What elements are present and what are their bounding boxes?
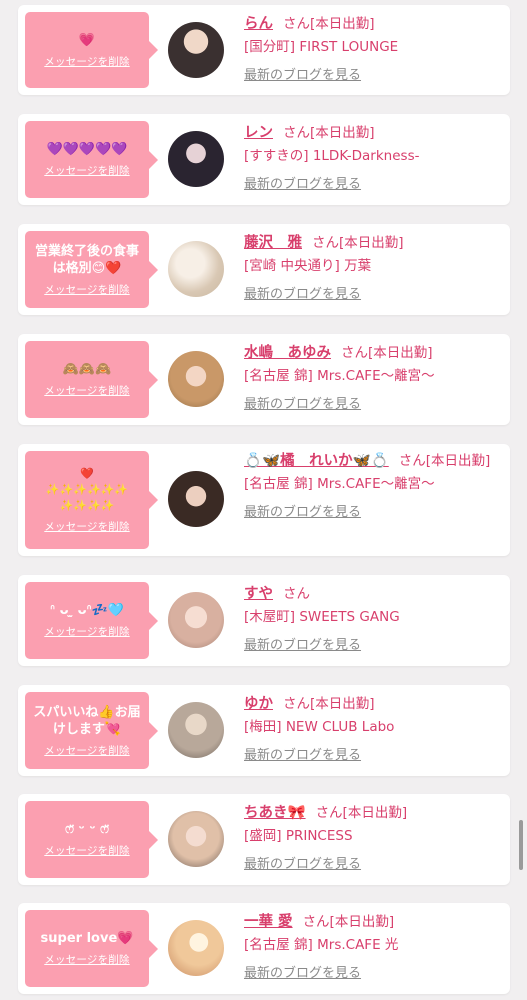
- shop-name: [名古屋 錦] Mrs.CAFE〜離宮〜: [244, 476, 435, 492]
- avatar[interactable]: [168, 131, 224, 187]
- list-item: super love💗 メッセージを削除 一華 愛さん[本日出勤] [名古屋 錦…: [18, 903, 510, 994]
- delete-message-link[interactable]: メッセージを削除: [44, 843, 129, 858]
- shop-name: [梅田] NEW CLUB Labo: [244, 719, 395, 735]
- avatar[interactable]: [168, 920, 224, 976]
- message-bubble: 🙈🙈🙈 メッセージを削除: [25, 341, 158, 418]
- list-item: ෆ̈ ᵕ ᵕ ෆ̈ メッセージを削除 ちあき🎀 さん[本日出勤] [盛岡] PRI…: [18, 794, 510, 885]
- list-item: 営業終了後の食事は格別😊❤️ メッセージを削除 藤沢 雅さん[本日出勤] [宮崎…: [18, 224, 510, 315]
- cast-status: さん[本日出勤]: [315, 805, 408, 821]
- delete-message-link[interactable]: メッセージを削除: [44, 624, 129, 639]
- cast-status: さん[本日出勤]: [312, 235, 404, 251]
- message-bubble: super love💗 メッセージを削除: [25, 910, 158, 987]
- cast-name-link[interactable]: 藤沢 雅: [244, 235, 302, 251]
- avatar[interactable]: [168, 811, 224, 867]
- scrollbar[interactable]: [519, 820, 523, 870]
- latest-blog-link[interactable]: 最新のブログを見る: [244, 855, 494, 875]
- message-bubble: スパいいね👍お届けします💘 メッセージを削除: [25, 692, 158, 769]
- avatar[interactable]: [168, 22, 224, 78]
- shop-name: [宮崎 中央通り] 万葉: [244, 258, 372, 274]
- message-bubble: 営業終了後の食事は格別😊❤️ メッセージを削除: [25, 231, 158, 308]
- list-item: 💜💜💜💜💜 メッセージを削除 レン さん[本日出勤] [すすきの] 1LDK-Da…: [18, 114, 510, 205]
- avatar[interactable]: [168, 702, 224, 758]
- cast-name-link[interactable]: 一華 愛: [244, 914, 293, 930]
- message-bubble: 💗 メッセージを削除: [25, 12, 158, 88]
- avatar[interactable]: [168, 241, 224, 297]
- latest-blog-link[interactable]: 最新のブログを見る: [244, 636, 494, 656]
- shop-name: [すすきの] 1LDK-Darkness-: [244, 148, 420, 164]
- cast-status: さん: [283, 586, 310, 602]
- cast-name-link[interactable]: レン: [244, 125, 273, 141]
- shop-name: [名古屋 錦] Mrs.CAFE〜離宮〜: [244, 368, 435, 384]
- cast-status: さん[本日出勤]: [302, 914, 395, 930]
- avatar[interactable]: [168, 351, 224, 407]
- avatar[interactable]: [168, 471, 224, 527]
- latest-blog-link[interactable]: 最新のブログを見る: [244, 503, 494, 523]
- delete-message-link[interactable]: メッセージを削除: [44, 163, 129, 178]
- shop-name: [盛岡] PRINCESS: [244, 828, 353, 844]
- message-bubble: ❤️ ✨✨✨✨✨✨ ✨✨✨✨ メッセージを削除: [25, 451, 158, 549]
- list-item: ᐢ ᴗ ̫ ᴗᐢ💤🩵 メッセージを削除 すや さん [木屋町] SWEETS GA…: [18, 575, 510, 666]
- delete-message-link[interactable]: メッセージを削除: [44, 519, 129, 534]
- cast-status: さん[本日出勤]: [398, 453, 491, 469]
- message-bubble: ᐢ ᴗ ̫ ᴗᐢ💤🩵 メッセージを削除: [25, 582, 158, 659]
- message-text: 💗: [78, 32, 96, 48]
- message-bubble: ෆ̈ ᵕ ᵕ ෆ̈ メッセージを削除: [25, 801, 158, 878]
- cast-status: さん[本日出勤]: [283, 125, 375, 141]
- message-text: ᐢ ᴗ ̫ ᴗᐢ💤🩵: [49, 603, 125, 618]
- message-text: 💜💜💜💜💜: [46, 142, 128, 157]
- latest-blog-link[interactable]: 最新のブログを見る: [244, 395, 494, 415]
- delete-message-link[interactable]: メッセージを削除: [44, 743, 129, 758]
- delete-message-link[interactable]: メッセージを削除: [44, 383, 129, 398]
- latest-blog-link[interactable]: 最新のブログを見る: [244, 66, 494, 86]
- message-bubble: 💜💜💜💜💜 メッセージを削除: [25, 121, 158, 198]
- message-text: 営業終了後の食事は格別😊❤️: [34, 243, 139, 276]
- message-list: 💗 メッセージを削除 らん さん[本日出勤] [国分町] FIRST LOUNGE…: [0, 0, 527, 1000]
- latest-blog-link[interactable]: 最新のブログを見る: [244, 285, 494, 305]
- latest-blog-link[interactable]: 最新のブログを見る: [244, 964, 494, 984]
- cast-name-link[interactable]: すや: [244, 586, 273, 602]
- shop-name: [名古屋 錦] Mrs.CAFE 光: [244, 937, 399, 953]
- cast-name-link[interactable]: ちあき🎀: [244, 805, 306, 821]
- shop-name: [国分町] FIRST LOUNGE: [244, 39, 399, 55]
- cast-status: さん[本日出勤]: [283, 16, 375, 32]
- message-text: super love💗: [40, 931, 134, 946]
- list-item: ❤️ ✨✨✨✨✨✨ ✨✨✨✨ メッセージを削除 💍🦋橘 れいか🦋💍 さん[本日出勤…: [18, 444, 510, 556]
- message-text: ෆ̈ ᵕ ᵕ ෆ̈: [65, 822, 109, 837]
- latest-blog-link[interactable]: 最新のブログを見る: [244, 746, 494, 766]
- message-text: スパいいね👍お届けします💘: [33, 704, 141, 737]
- latest-blog-link[interactable]: 最新のブログを見る: [244, 175, 494, 195]
- shop-name: [木屋町] SWEETS GANG: [244, 609, 400, 625]
- cast-name-link[interactable]: らん: [244, 16, 273, 32]
- delete-message-link[interactable]: メッセージを削除: [44, 282, 129, 297]
- list-item: 🙈🙈🙈 メッセージを削除 水嶋 あゆみ さん[本日出勤] [名古屋 錦] Mrs.…: [18, 334, 510, 425]
- cast-status: さん[本日出勤]: [283, 696, 375, 712]
- cast-name-link[interactable]: 水嶋 あゆみ: [244, 345, 331, 361]
- avatar[interactable]: [168, 592, 224, 648]
- message-text: ❤️ ✨✨✨✨✨✨ ✨✨✨✨: [45, 467, 129, 512]
- delete-message-link[interactable]: メッセージを削除: [44, 54, 129, 69]
- cast-name-link[interactable]: ゆか: [244, 696, 273, 712]
- cast-status: さん[本日出勤]: [341, 345, 433, 361]
- list-item: スパいいね👍お届けします💘 メッセージを削除 ゆか さん[本日出勤] [梅田] N…: [18, 685, 510, 776]
- message-text: 🙈🙈🙈: [62, 362, 112, 377]
- delete-message-link[interactable]: メッセージを削除: [44, 952, 129, 967]
- cast-name-link[interactable]: 💍🦋橘 れいか🦋💍: [244, 453, 389, 469]
- list-item: 💗 メッセージを削除 らん さん[本日出勤] [国分町] FIRST LOUNGE…: [18, 5, 510, 95]
